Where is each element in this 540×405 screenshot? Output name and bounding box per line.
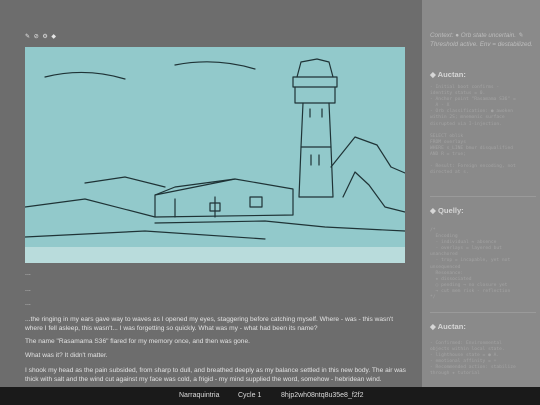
divider [430,196,536,197]
section-title: ◆ Quelly: [430,206,464,215]
section-title: ◆ Auctan: [430,322,466,331]
cycle-label: Cycle 1 [238,392,262,399]
lighthouse-sketch [25,58,405,263]
code-block: - Confirmed: Environmental objects withi… [430,341,516,377]
story-paragraph: I shook my head as the pain subsided, fr… [25,367,406,384]
story-paragraph: ...the ringing in my ears gave way to wa… [25,316,394,333]
scene-illustration [25,47,405,263]
code-block: - Initial boot confirms - identity statu… [430,85,516,176]
context-note: Context: ● Orb state uncertain. ✎ Thresh… [430,32,533,48]
story-paragraph: The name "Rasamama S36" flared for my me… [25,338,250,345]
app-name: Narraquintria [179,392,220,399]
code-block: /* Encoding - individual ≈ absence - ove… [430,228,511,301]
toolbar[interactable]: ✎ ⊘ ⚙ ◆ [25,33,57,40]
session-hash: 8hjp2wh08ntq8u35e8_f2f2 [281,392,364,399]
story-panel: ✎ ⊘ ⚙ ◆ ... ... ... ...the ringing in my… [0,0,422,387]
status-bar: Narraquintria Cycle 1 8hjp2wh08ntq8u35e8… [0,387,540,405]
divider [430,312,536,313]
ellipsis-line: ... [25,300,31,307]
ellipsis-line: ... [25,286,31,293]
section-title: ◆ Auctan: [430,70,466,79]
story-paragraph: What was it? It didn't matter. [25,352,108,359]
ellipsis-line: ... [25,270,31,277]
